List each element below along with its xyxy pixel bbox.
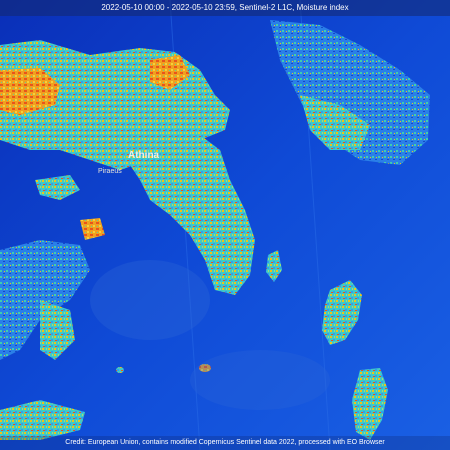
haze [90, 260, 210, 340]
map-title: 2022-05-10 00:00 - 2022-05-10 23:59, Sen… [0, 0, 450, 16]
map-viewer[interactable]: Athina Piraeus 2022-05-10 00:00 - 2022-0… [0, 0, 450, 450]
place-label-piraeus[interactable]: Piraeus [98, 168, 122, 175]
satellite-map[interactable] [0, 0, 450, 450]
map-credit: Credit: European Union, contains modifie… [0, 436, 450, 450]
place-label-athina[interactable]: Athina [128, 150, 159, 161]
land-islet [116, 367, 124, 373]
haze [190, 350, 330, 410]
